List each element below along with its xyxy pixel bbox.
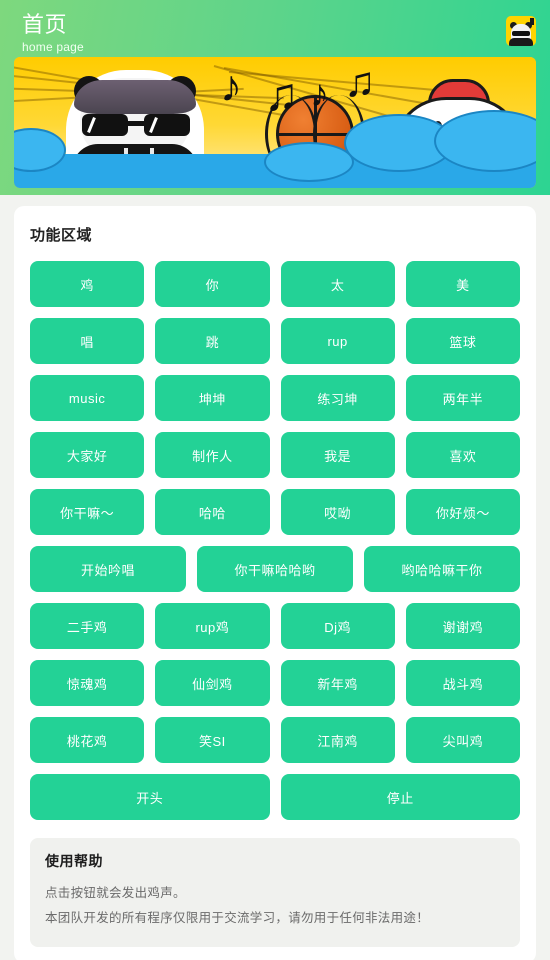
section-title-functions: 功能区域 bbox=[30, 227, 93, 244]
function-button[interactable]: 我是 bbox=[280, 432, 395, 478]
music-note-icon: ♪ bbox=[220, 62, 242, 111]
panda-lens-shine bbox=[87, 117, 96, 133]
function-button[interactable]: 哈哈 bbox=[155, 489, 270, 535]
function-button[interactable]: 你干嘛～ bbox=[30, 489, 145, 535]
function-button[interactable]: 鸡 bbox=[30, 261, 145, 307]
panda-avatar-icon[interactable] bbox=[506, 16, 536, 46]
function-button[interactable]: 尖叫鸡 bbox=[405, 717, 520, 763]
function-button[interactable]: 唱 bbox=[30, 318, 145, 364]
function-button[interactable]: 哟哈哈嘛干你 bbox=[364, 546, 520, 592]
function-button-row: 桃花鸡 笑SI 江南鸡 尖叫鸡 bbox=[30, 717, 520, 763]
function-button-row: 开始吟唱 你干嘛哈哈哟 哟哈哈嘛干你 bbox=[30, 546, 520, 592]
function-button[interactable]: 开始吟唱 bbox=[30, 546, 186, 592]
function-button-row: 开头 停止 bbox=[30, 774, 520, 820]
function-button[interactable]: 你好烦～ bbox=[405, 489, 520, 535]
function-button[interactable]: 练习坤 bbox=[280, 375, 395, 421]
function-button[interactable]: 新年鸡 bbox=[280, 660, 395, 706]
main-card: 功能区域 鸡你太美唱跳 rup 篮球 music 坤坤 练习坤 两年半 大家好 制作人 我是 喜欢你… bbox=[14, 206, 536, 960]
function-button[interactable]: 你干嘛哈哈哟 bbox=[197, 546, 353, 592]
function-button-row: 惊魂鸡 仙剑鸡 新年鸡 战斗鸡 bbox=[30, 660, 520, 706]
function-button[interactable]: 喜欢 bbox=[405, 432, 520, 478]
panda-hair bbox=[74, 80, 196, 114]
function-button[interactable]: 你 bbox=[155, 261, 270, 307]
function-button[interactable]: 美 bbox=[405, 261, 520, 307]
function-button[interactable]: 二手鸡 bbox=[30, 603, 145, 649]
function-button-row: 鸡你太美 bbox=[30, 261, 520, 307]
function-button-row: music 坤坤 练习坤 两年半 bbox=[30, 375, 520, 421]
panda-lens-right bbox=[144, 114, 190, 136]
avatar-corner-mark bbox=[530, 18, 534, 25]
hero-banner[interactable]: ♪ ♫ ♪ ♫ bbox=[14, 57, 536, 188]
header-titles: 首页 home page bbox=[22, 8, 84, 55]
avatar-sunglasses bbox=[512, 31, 530, 36]
header-bar: 首页 home page bbox=[0, 0, 550, 57]
function-button[interactable]: 谢谢鸡 bbox=[405, 603, 520, 649]
function-button[interactable]: 篮球 bbox=[405, 318, 520, 364]
function-button[interactable]: 桃花鸡 bbox=[30, 717, 145, 763]
panda-lens-bridge bbox=[126, 121, 146, 126]
function-button[interactable]: Dj鸡 bbox=[280, 603, 395, 649]
function-button[interactable]: rup鸡 bbox=[155, 603, 270, 649]
function-button[interactable]: 哎呦 bbox=[280, 489, 395, 535]
function-button-row: 你干嘛～ 哈哈 哎呦 你好烦～ bbox=[30, 489, 520, 535]
panda-lens-shine bbox=[149, 117, 158, 133]
function-button[interactable]: 停止 bbox=[280, 774, 520, 820]
function-button[interactable]: 大家好 bbox=[30, 432, 145, 478]
function-button[interactable]: 开头 bbox=[30, 774, 270, 820]
music-note-icon: ♪ bbox=[310, 73, 329, 115]
function-button[interactable]: 两年半 bbox=[405, 375, 520, 421]
function-button[interactable]: 坤坤 bbox=[155, 375, 270, 421]
function-button-grid: 鸡你太美唱跳 rup 篮球 music 坤坤 练习坤 两年半 大家好 制作人 我是 喜欢 你干嘛～ 哈哈… bbox=[30, 261, 520, 820]
function-button[interactable]: 仙剑鸡 bbox=[155, 660, 270, 706]
function-button-row: 唱跳 rup 篮球 bbox=[30, 318, 520, 364]
panda-sunglasses bbox=[82, 114, 190, 136]
function-button-row: 大家好 制作人 我是 喜欢 bbox=[30, 432, 520, 478]
function-button[interactable]: 战斗鸡 bbox=[405, 660, 520, 706]
help-line: 点击按钮就会发出鸡声。 bbox=[45, 886, 186, 900]
help-title: 使用帮助 bbox=[45, 853, 103, 869]
function-button[interactable]: 笑SI bbox=[155, 717, 270, 763]
music-note-icon: ♫ bbox=[344, 58, 376, 105]
panda-lens-left bbox=[82, 114, 128, 136]
function-button-row: 二手鸡 rup鸡 Dj鸡 谢谢鸡 bbox=[30, 603, 520, 649]
help-box: 使用帮助 点击按钮就会发出鸡声。 本团队开发的所有程序仅限用于交流学习，请勿用于… bbox=[30, 838, 520, 947]
function-button[interactable]: 太 bbox=[280, 261, 395, 307]
banner-wave bbox=[264, 142, 354, 182]
function-button[interactable]: 跳 bbox=[155, 318, 270, 364]
function-button[interactable]: 制作人 bbox=[155, 432, 270, 478]
music-note-icon: ♫ bbox=[264, 68, 299, 120]
function-button[interactable]: 惊魂鸡 bbox=[30, 660, 145, 706]
avatar-shoulders bbox=[509, 38, 533, 46]
page-title: 首页 bbox=[22, 12, 68, 37]
function-button[interactable]: music bbox=[30, 375, 145, 421]
app-header: 首页 home page ♪ ♫ ♪ ♫ bbox=[0, 0, 550, 195]
help-line: 本团队开发的所有程序仅限用于交流学习，请勿用于任何非法用途！ bbox=[45, 911, 430, 925]
function-button[interactable]: rup bbox=[280, 318, 395, 364]
page-subtitle: home page bbox=[22, 40, 84, 54]
function-button[interactable]: 江南鸡 bbox=[280, 717, 395, 763]
